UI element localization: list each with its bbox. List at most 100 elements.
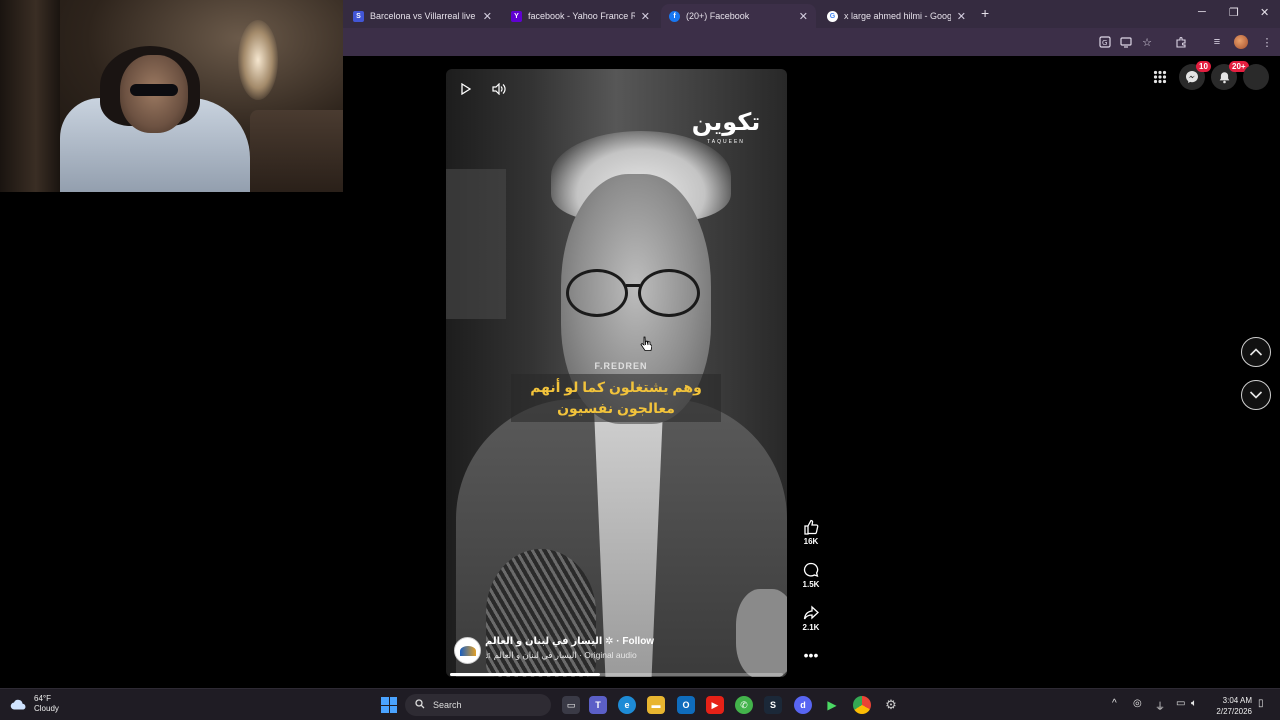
file-explorer-icon[interactable]: ▬	[647, 696, 665, 714]
tray-app-icon[interactable]: ◎	[1133, 698, 1142, 709]
translate-icon[interactable]: G	[1097, 34, 1113, 50]
taskbar-search[interactable]: Search	[405, 694, 551, 716]
svg-text:G: G	[1102, 39, 1107, 47]
webcam-curtain	[0, 0, 60, 192]
youtube-icon[interactable]: ▶	[706, 696, 724, 714]
close-icon[interactable]: ✕	[957, 10, 966, 23]
whatsapp-icon[interactable]: ✆	[735, 696, 753, 714]
teams-icon[interactable]: T	[589, 696, 607, 714]
tab-google[interactable]: G x large ahmed hilmi - Google S ✕	[819, 4, 974, 28]
subtitle-line-2: معالجون نفسيون	[557, 400, 675, 416]
page-avatar[interactable]	[454, 637, 481, 664]
chevron-down-icon	[1249, 391, 1263, 399]
task-view-icon[interactable]: ▭	[562, 696, 580, 714]
logo-arabic-text: تكوين	[691, 109, 761, 136]
close-icon[interactable]: ✕	[641, 10, 650, 23]
media-controls-icon[interactable]: ≡	[1209, 34, 1225, 50]
tab-label: x large ahmed hilmi - Google S	[844, 11, 951, 21]
cast-icon[interactable]	[1118, 34, 1134, 50]
share-icon	[798, 604, 824, 622]
previous-reel-button[interactable]	[1241, 337, 1271, 367]
video-progress-bar[interactable]	[450, 673, 783, 676]
reel-video[interactable]: تكوين TAQUEEN F.REDREN وهم يشتغلون كما ل…	[446, 69, 787, 677]
chrome-icon[interactable]	[853, 696, 871, 714]
yahoo-favicon-icon: Y	[511, 10, 522, 22]
google-favicon-icon: G	[827, 10, 838, 22]
more-options-icon[interactable]: •••	[798, 648, 824, 662]
messenger-badge: 10	[1196, 61, 1211, 72]
audio-source: اليسار في لبنان و العالم	[493, 650, 577, 660]
weather-description: Cloudy	[34, 704, 59, 713]
taqueen-logo: تكوين TAQUEEN	[686, 109, 766, 146]
media-player-icon[interactable]: ▶	[823, 696, 841, 714]
browser-toolbar: G ☆ ≡ ⋮	[343, 28, 1280, 56]
outlook-icon[interactable]: O	[677, 696, 695, 714]
video-glasses-bridge	[626, 284, 640, 287]
menu-icon[interactable]: ⋮	[1259, 34, 1275, 50]
taskbar-clock[interactable]: 3:04 AM 2/27/2026	[1208, 695, 1252, 717]
notification-center-icon[interactable]: ▯	[1258, 698, 1264, 709]
screen: S Barcelona vs Villarreal live score ✕ Y…	[0, 0, 1280, 720]
audio-row[interactable]: ♫ اليسار في لبنان و العالم · Original au…	[485, 650, 637, 661]
profile-avatar[interactable]	[1234, 35, 1248, 49]
play-icon[interactable]	[458, 81, 474, 97]
tab-label: facebook - Yahoo France Résult	[528, 11, 635, 21]
next-reel-button[interactable]	[1241, 380, 1271, 410]
share-button[interactable]: 2.1K	[798, 604, 824, 632]
windows-start-icon[interactable]	[381, 697, 397, 713]
cloud-icon	[10, 699, 26, 710]
page-name[interactable]: اليسار في لبنان و العالم	[485, 636, 602, 647]
clock-time: 3:04 AM	[1222, 696, 1252, 705]
bell-icon	[1219, 71, 1229, 83]
like-button[interactable]: 16K	[798, 518, 824, 546]
weather-widget[interactable]: 64°F Cloudy	[10, 694, 59, 714]
close-icon[interactable]: ✕	[799, 10, 808, 23]
speaker-icon[interactable]: 🔈︎	[1191, 698, 1197, 709]
bookmark-star-icon[interactable]: ☆	[1139, 34, 1155, 50]
dot-separator: ·	[579, 650, 582, 660]
network-icon[interactable]: ▭	[1176, 698, 1185, 709]
window-close-icon[interactable]: ✕	[1260, 6, 1269, 19]
comment-button[interactable]: 1.5K	[798, 561, 824, 589]
account-avatar[interactable]	[1243, 64, 1269, 90]
restore-icon[interactable]: ❐	[1229, 6, 1239, 19]
discord-icon[interactable]: d	[794, 696, 812, 714]
tab-yahoo[interactable]: Y facebook - Yahoo France Résult ✕	[503, 4, 658, 28]
windows-taskbar: 64°F Cloudy Search ▭ T e ▬ O ▶ ✆ S d ▶ ⚙…	[0, 688, 1280, 720]
microphone-icon[interactable]: ⏚	[1155, 698, 1165, 713]
video-subtitle: وهم يشتغلون كما لو أنهم معالجون نفسيون	[511, 374, 721, 422]
tab-facebook[interactable]: f (20+) Facebook ✕	[661, 4, 816, 28]
steam-icon[interactable]: S	[764, 696, 782, 714]
settings-icon[interactable]: ⚙	[882, 696, 900, 714]
tab-label: Barcelona vs Villarreal live score	[370, 11, 477, 21]
extensions-icon[interactable]	[1173, 34, 1189, 50]
new-tab-icon[interactable]: +	[981, 5, 989, 21]
close-icon[interactable]: ✕	[483, 10, 492, 23]
video-glasses-left	[566, 269, 628, 317]
follow-button[interactable]: Follow	[622, 636, 654, 647]
webcam-sofa	[250, 110, 343, 192]
subtitle-line-1: وهم يشتغلون كما لو أنهم	[530, 379, 702, 395]
weather-temperature: 64°F	[34, 694, 51, 703]
clock-date: 2/27/2026	[1216, 707, 1252, 716]
minimize-icon[interactable]: ─	[1198, 6, 1206, 18]
video-glasses-right	[638, 269, 700, 317]
like-count: 16K	[803, 537, 819, 546]
video-progress-fill	[450, 673, 600, 676]
tab-barcelona[interactable]: S Barcelona vs Villarreal live score ✕	[345, 4, 500, 28]
thumbs-up-icon	[798, 518, 824, 536]
webcam-lamp	[238, 20, 278, 100]
gear-icon: ✲	[605, 636, 617, 647]
volume-icon[interactable]	[491, 81, 507, 97]
audio-label: Original audio	[584, 650, 637, 660]
search-icon	[415, 699, 425, 711]
webcam-overlay	[0, 0, 343, 192]
apps-menu-icon[interactable]	[1147, 64, 1173, 90]
edge-icon[interactable]: e	[618, 696, 636, 714]
chevron-up-icon[interactable]: ^	[1112, 698, 1117, 709]
speaker-name-strip: F.REDREN	[594, 361, 648, 371]
video-background-shape	[446, 169, 506, 319]
facebook-favicon-icon: f	[669, 10, 680, 22]
comment-count: 1.5K	[802, 580, 820, 589]
messenger-icon	[1186, 71, 1198, 83]
